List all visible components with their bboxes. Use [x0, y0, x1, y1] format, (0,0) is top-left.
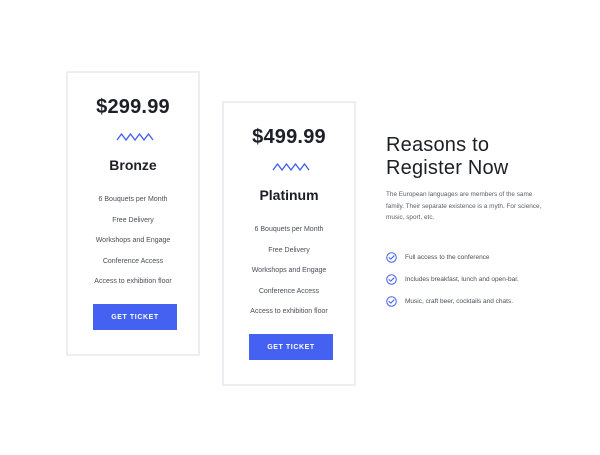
plan-name: Platinum	[259, 187, 319, 203]
checklist-item: Includes breakfast, lunch and open-bar.	[386, 268, 519, 290]
reasons-heading-line1: Reasons to	[386, 134, 490, 156]
reasons-heading-line2: Register Now	[386, 157, 509, 179]
plan-feature: 6 Bouquets per Month	[98, 196, 168, 203]
zigzag-divider-icon	[272, 162, 310, 172]
plan-feature: 6 Bouquets per Month	[254, 226, 324, 233]
check-circle-icon	[386, 273, 397, 285]
get-ticket-button-bronze[interactable]: GET TICKET	[93, 304, 177, 330]
plan-price: $299.99	[96, 96, 170, 118]
plan-features-list: 6 Bouquets per Month Free Delivery Works…	[224, 220, 354, 323]
plan-feature: Workshops and Engage	[251, 267, 327, 274]
plan-feature: Conference Access	[102, 257, 164, 265]
pricing-card-platinum: $499.99 Platinum 6 Bouquets per Month Fr…	[222, 101, 356, 386]
reasons-checklist: Full access to the conference Includes b…	[386, 246, 519, 312]
plan-features-list: 6 Bouquets per Month Free Delivery Works…	[68, 190, 198, 293]
plan-feature: Access to exhibition floor	[94, 278, 172, 285]
plan-feature: Access to exhibition floor	[250, 308, 328, 315]
check-circle-icon	[386, 251, 397, 263]
pricing-card-bronze: $299.99 Bronze 6 Bouquets per Month Free…	[66, 71, 200, 356]
plan-feature: Workshops and Engage	[95, 237, 171, 244]
reasons-description: The European languages are members of th…	[386, 191, 542, 221]
reasons-heading: Reasons to Register Now	[386, 134, 556, 180]
plan-name: Bronze	[109, 157, 157, 173]
zigzag-divider-icon	[116, 132, 154, 142]
plan-feature: Free Delivery	[268, 246, 310, 254]
checklist-item-text: Full access to the conference	[405, 253, 490, 261]
checklist-item: Music, craft beer, cocktails and chats.	[386, 290, 519, 312]
checklist-item-text: Includes breakfast, lunch and open-bar.	[405, 275, 519, 283]
get-ticket-button-platinum[interactable]: GET TICKET	[249, 334, 333, 360]
check-circle-icon	[386, 295, 397, 307]
reasons-section: Reasons to Register Now The European lan…	[386, 134, 556, 307]
checklist-item: Full access to the conference	[386, 246, 519, 268]
plan-price: $499.99	[252, 126, 326, 148]
plan-feature: Free Delivery	[112, 216, 154, 224]
plan-feature: Conference Access	[258, 287, 320, 295]
checklist-item-text: Music, craft beer, cocktails and chats.	[405, 297, 514, 305]
